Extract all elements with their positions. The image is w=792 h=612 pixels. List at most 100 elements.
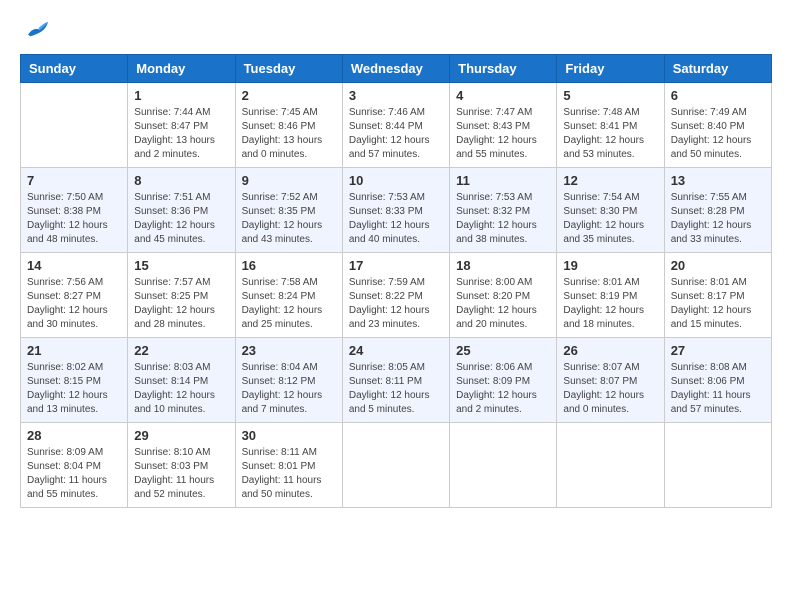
table-row: 1Sunrise: 7:44 AMSunset: 8:47 PMDaylight… (128, 83, 235, 168)
table-row: 11 Sunrise: 7:53 AMSunset: 8:32 PMDayligh… (450, 168, 557, 253)
table-row: 23 Sunrise: 8:04 AMSunset: 8:12 PMDayligh… (235, 338, 342, 423)
day-info: Sunrise: 7:55 AMSunset: 8:28 PMDaylight:… (671, 191, 765, 247)
calendar-week-row: 28Sunrise: 8:09 AMSunset: 8:04 PMDayligh… (21, 423, 772, 508)
table-row: 12 Sunrise: 7:54 AMSunset: 8:30 PMDayligh… (557, 168, 664, 253)
col-sunday: Sunday (21, 55, 128, 83)
col-monday: Monday (128, 55, 235, 83)
day-number: 18 (456, 258, 550, 273)
day-info: Sunrise: 7:59 AMSunset: 8:22 PMDaylight:… (349, 276, 443, 332)
table-row: 29 Sunrise: 8:10 AMSunset: 8:03 PMDayligh… (128, 423, 235, 508)
table-row: 30 Sunrise: 8:11 AMSunset: 8:01 PMDayligh… (235, 423, 342, 508)
day-number: 19 (563, 258, 657, 273)
day-number: 17 (349, 258, 443, 273)
day-info: Sunrise: 7:53 AMSunset: 8:32 PMDaylight:… (456, 191, 550, 247)
table-row: 17 Sunrise: 7:59 AMSunset: 8:22 PMDayligh… (342, 253, 449, 338)
day-number: 30 (242, 428, 336, 443)
day-number: 26 (563, 343, 657, 358)
calendar-table: Sunday Monday Tuesday Wednesday Thursday… (20, 54, 772, 508)
table-row: 4 Sunrise: 7:47 AMSunset: 8:43 PMDaylight… (450, 83, 557, 168)
table-row: 6 Sunrise: 7:49 AMSunset: 8:40 PMDaylight… (664, 83, 771, 168)
day-info: Sunrise: 7:58 AMSunset: 8:24 PMDaylight:… (242, 276, 336, 332)
table-row (21, 83, 128, 168)
day-info: Sunrise: 8:11 AMSunset: 8:01 PMDaylight:… (242, 446, 336, 502)
day-info: Sunrise: 8:08 AMSunset: 8:06 PMDaylight:… (671, 361, 765, 417)
day-number: 1 (134, 88, 228, 103)
day-info: Sunrise: 7:53 AMSunset: 8:33 PMDaylight:… (349, 191, 443, 247)
day-number: 4 (456, 88, 550, 103)
day-info: Sunrise: 8:05 AMSunset: 8:11 PMDaylight:… (349, 361, 443, 417)
day-number: 7 (27, 173, 121, 188)
day-info: Sunrise: 7:56 AMSunset: 8:27 PMDaylight:… (27, 276, 121, 332)
table-row: 18 Sunrise: 8:00 AMSunset: 8:20 PMDayligh… (450, 253, 557, 338)
logo-bird-icon (24, 20, 48, 38)
table-row: 28Sunrise: 8:09 AMSunset: 8:04 PMDayligh… (21, 423, 128, 508)
col-tuesday: Tuesday (235, 55, 342, 83)
table-row: 26Sunrise: 8:07 AMSunset: 8:07 PMDayligh… (557, 338, 664, 423)
day-info: Sunrise: 8:01 AMSunset: 8:19 PMDaylight:… (563, 276, 657, 332)
table-row: 22 Sunrise: 8:03 AMSunset: 8:14 PMDayligh… (128, 338, 235, 423)
day-number: 16 (242, 258, 336, 273)
day-info: Sunrise: 8:03 AMSunset: 8:14 PMDaylight:… (134, 361, 228, 417)
day-info: Sunrise: 7:49 AMSunset: 8:40 PMDaylight:… (671, 106, 765, 162)
table-row: 21 Sunrise: 8:02 AMSunset: 8:15 PMDayligh… (21, 338, 128, 423)
day-number: 21 (27, 343, 121, 358)
col-saturday: Saturday (664, 55, 771, 83)
col-friday: Friday (557, 55, 664, 83)
day-number: 12 (563, 173, 657, 188)
day-number: 14 (27, 258, 121, 273)
table-row: 15 Sunrise: 7:57 AMSunset: 8:25 PMDayligh… (128, 253, 235, 338)
day-info: Sunrise: 7:51 AMSunset: 8:36 PMDaylight:… (134, 191, 228, 247)
logo (20, 20, 48, 38)
day-info: Sunrise: 7:45 AMSunset: 8:46 PMDaylight:… (242, 106, 336, 162)
day-info: Sunrise: 8:10 AMSunset: 8:03 PMDaylight:… (134, 446, 228, 502)
table-row: 10Sunrise: 7:53 AMSunset: 8:33 PMDayligh… (342, 168, 449, 253)
day-info: Sunrise: 7:50 AMSunset: 8:38 PMDaylight:… (27, 191, 121, 247)
table-row: 8 Sunrise: 7:51 AMSunset: 8:36 PMDaylight… (128, 168, 235, 253)
calendar-week-row: 1Sunrise: 7:44 AMSunset: 8:47 PMDaylight… (21, 83, 772, 168)
day-info: Sunrise: 7:52 AMSunset: 8:35 PMDaylight:… (242, 191, 336, 247)
day-number: 2 (242, 88, 336, 103)
table-row: 5Sunrise: 7:48 AMSunset: 8:41 PMDaylight… (557, 83, 664, 168)
day-number: 22 (134, 343, 228, 358)
day-number: 29 (134, 428, 228, 443)
day-number: 15 (134, 258, 228, 273)
day-number: 9 (242, 173, 336, 188)
day-number: 25 (456, 343, 550, 358)
table-row (450, 423, 557, 508)
table-row: 3Sunrise: 7:46 AMSunset: 8:44 PMDaylight… (342, 83, 449, 168)
col-wednesday: Wednesday (342, 55, 449, 83)
table-row: 13 Sunrise: 7:55 AMSunset: 8:28 PMDayligh… (664, 168, 771, 253)
table-row (557, 423, 664, 508)
day-number: 8 (134, 173, 228, 188)
day-info: Sunrise: 7:46 AMSunset: 8:44 PMDaylight:… (349, 106, 443, 162)
day-info: Sunrise: 7:54 AMSunset: 8:30 PMDaylight:… (563, 191, 657, 247)
table-row: 14 Sunrise: 7:56 AMSunset: 8:27 PMDayligh… (21, 253, 128, 338)
table-row: 19 Sunrise: 8:01 AMSunset: 8:19 PMDayligh… (557, 253, 664, 338)
day-number: 28 (27, 428, 121, 443)
day-number: 24 (349, 343, 443, 358)
day-number: 27 (671, 343, 765, 358)
day-info: Sunrise: 8:06 AMSunset: 8:09 PMDaylight:… (456, 361, 550, 417)
day-number: 13 (671, 173, 765, 188)
table-row: 9 Sunrise: 7:52 AMSunset: 8:35 PMDaylight… (235, 168, 342, 253)
day-info: Sunrise: 8:00 AMSunset: 8:20 PMDaylight:… (456, 276, 550, 332)
day-info: Sunrise: 8:02 AMSunset: 8:15 PMDaylight:… (27, 361, 121, 417)
calendar-week-row: 7 Sunrise: 7:50 AMSunset: 8:38 PMDaylight… (21, 168, 772, 253)
table-row: 16 Sunrise: 7:58 AMSunset: 8:24 PMDayligh… (235, 253, 342, 338)
calendar-header-row: Sunday Monday Tuesday Wednesday Thursday… (21, 55, 772, 83)
table-row: 25 Sunrise: 8:06 AMSunset: 8:09 PMDayligh… (450, 338, 557, 423)
table-row: 24 Sunrise: 8:05 AMSunset: 8:11 PMDayligh… (342, 338, 449, 423)
day-info: Sunrise: 8:04 AMSunset: 8:12 PMDaylight:… (242, 361, 336, 417)
day-number: 23 (242, 343, 336, 358)
table-row: 2 Sunrise: 7:45 AMSunset: 8:46 PMDaylight… (235, 83, 342, 168)
table-row (664, 423, 771, 508)
table-row (342, 423, 449, 508)
day-info: Sunrise: 7:57 AMSunset: 8:25 PMDaylight:… (134, 276, 228, 332)
day-info: Sunrise: 7:47 AMSunset: 8:43 PMDaylight:… (456, 106, 550, 162)
table-row: 27 Sunrise: 8:08 AMSunset: 8:06 PMDayligh… (664, 338, 771, 423)
day-info: Sunrise: 7:48 AMSunset: 8:41 PMDaylight:… (563, 106, 657, 162)
day-number: 20 (671, 258, 765, 273)
table-row: 7 Sunrise: 7:50 AMSunset: 8:38 PMDaylight… (21, 168, 128, 253)
day-number: 6 (671, 88, 765, 103)
day-number: 11 (456, 173, 550, 188)
